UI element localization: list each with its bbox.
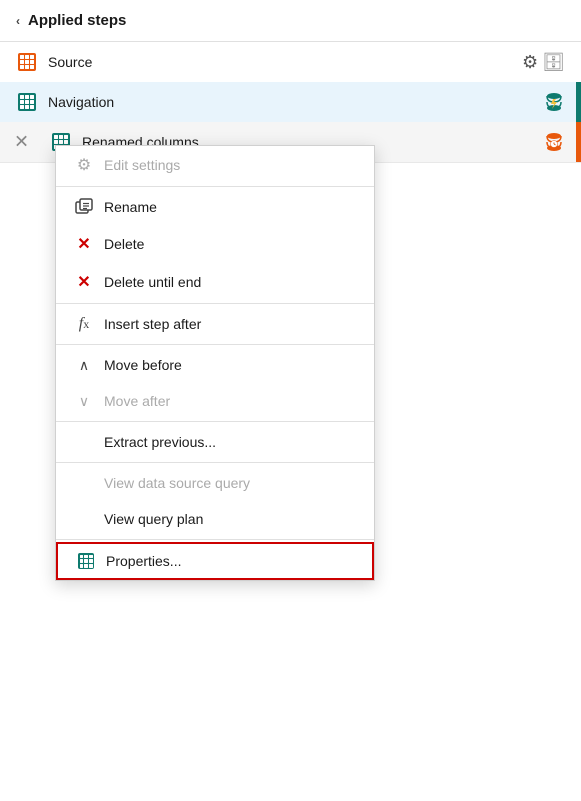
ctx-edit-settings[interactable]: ⚙ Edit settings xyxy=(56,146,374,184)
ctx-delete-until-end-label: Delete until end xyxy=(104,274,201,290)
applied-steps-header: ‹ Applied steps xyxy=(0,0,581,42)
ctx-chevron-up-icon: ∧ xyxy=(72,357,96,374)
renamed-columns-cylinder-icon xyxy=(543,131,565,153)
navigation-step-actions xyxy=(543,91,565,113)
ctx-extract-previous[interactable]: Extract previous... xyxy=(56,424,374,460)
step-navigation[interactable]: Navigation xyxy=(0,82,581,122)
ctx-extract-previous-label: Extract previous... xyxy=(104,434,216,450)
ctx-rename-icon xyxy=(72,198,96,216)
applied-steps-panel: ‹ Applied steps Source ⚙ 🗄 xyxy=(0,0,581,801)
ctx-divider-5 xyxy=(56,462,374,463)
renamed-columns-step-actions xyxy=(543,131,565,153)
ctx-divider-1 xyxy=(56,186,374,187)
ctx-move-before[interactable]: ∧ Move before xyxy=(56,347,374,383)
ctx-edit-settings-label: Edit settings xyxy=(104,157,180,173)
ctx-insert-step-after[interactable]: fx Insert step after xyxy=(56,306,374,342)
ctx-properties-label: Properties... xyxy=(106,553,181,569)
renamed-columns-orange-bar xyxy=(576,122,581,162)
step-source[interactable]: Source ⚙ 🗄 xyxy=(0,42,581,82)
ctx-delete-icon: ✕ xyxy=(72,234,96,254)
ctx-properties-icon xyxy=(74,553,98,569)
ctx-divider-6 xyxy=(56,539,374,540)
ctx-move-before-label: Move before xyxy=(104,357,182,373)
ctx-delete-until-end[interactable]: ✕ Delete until end xyxy=(56,263,374,301)
ctx-divider-4 xyxy=(56,421,374,422)
ctx-gear-icon: ⚙ xyxy=(72,155,96,175)
source-step-label: Source xyxy=(48,54,522,70)
ctx-divider-3 xyxy=(56,344,374,345)
ctx-delete-label: Delete xyxy=(104,236,144,252)
ctx-move-after[interactable]: ∨ Move after xyxy=(56,383,374,419)
source-step-icon xyxy=(16,51,38,73)
ctx-insert-step-after-label: Insert step after xyxy=(104,316,201,332)
close-icon[interactable]: ✕ xyxy=(14,132,29,153)
context-menu: ⚙ Edit settings Rename ✕ Delete xyxy=(55,145,375,581)
ctx-rename-label: Rename xyxy=(104,199,157,215)
navigation-teal-bar xyxy=(576,82,581,122)
source-step-actions: ⚙ 🗄 xyxy=(522,52,565,73)
panel-title: Applied steps xyxy=(28,12,126,29)
chevron-collapse-icon[interactable]: ‹ xyxy=(16,14,20,28)
navigation-cylinder-icon xyxy=(543,91,565,113)
ctx-view-query-plan-label: View query plan xyxy=(104,511,203,527)
ctx-fx-icon: fx xyxy=(72,315,96,333)
ctx-view-data-source-query[interactable]: View data source query xyxy=(56,465,374,501)
ctx-properties[interactable]: Properties... xyxy=(56,542,374,580)
ctx-move-after-label: Move after xyxy=(104,393,170,409)
navigation-step-label: Navigation xyxy=(48,94,543,110)
ctx-divider-2 xyxy=(56,303,374,304)
ctx-view-query-plan[interactable]: View query plan xyxy=(56,501,374,537)
ctx-delete-until-end-icon: ✕ xyxy=(72,272,96,292)
ctx-chevron-down-icon: ∨ xyxy=(72,393,96,410)
source-gear-icon[interactable]: ⚙ xyxy=(522,52,538,73)
ctx-view-data-source-query-label: View data source query xyxy=(104,475,250,491)
ctx-rename[interactable]: Rename xyxy=(56,189,374,225)
ctx-delete[interactable]: ✕ Delete xyxy=(56,225,374,263)
navigation-step-icon xyxy=(16,91,38,113)
source-cylinder-icon: 🗄 xyxy=(542,52,565,73)
